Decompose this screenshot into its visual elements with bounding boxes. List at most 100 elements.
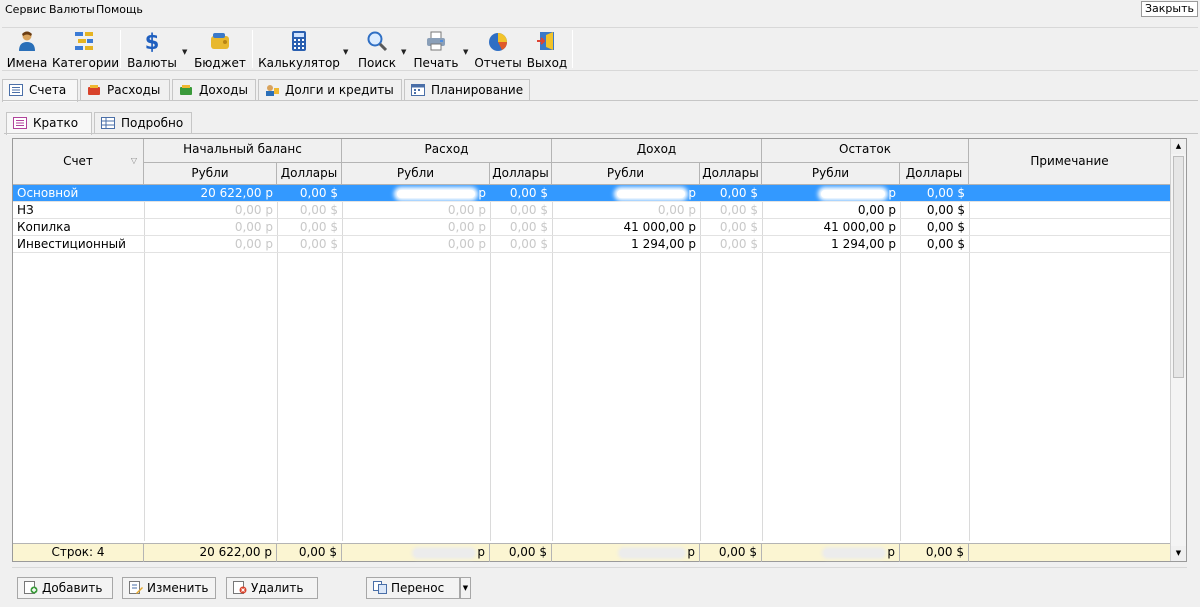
calculator-button[interactable]: Калькулятор (258, 30, 340, 70)
tab-detailed[interactable]: Подробно (94, 112, 192, 134)
scroll-up-icon[interactable]: ▲ (1171, 139, 1186, 154)
budget-label: Бюджет (194, 56, 246, 70)
redacted-value (823, 548, 884, 557)
cell-balance-rub: 41 000,00 р (823, 220, 896, 234)
edit-button[interactable]: Изменить (122, 577, 216, 599)
table-row[interactable]: Инвестиционный 0,00 р 0,00 $ 0,00 р 0,00… (13, 236, 1171, 253)
names-button[interactable]: Имена (6, 30, 48, 70)
tab-expenses[interactable]: Расходы (80, 79, 170, 101)
cell-balance-rub: р (762, 185, 900, 202)
wallet-out-icon (88, 85, 100, 95)
cell-account-name: Основной (17, 186, 79, 200)
search-icon (367, 31, 388, 52)
header-balance: Остаток (762, 139, 969, 163)
currencies-button[interactable]: $ Валюты (126, 30, 178, 70)
print-button[interactable]: Печать (412, 30, 460, 70)
cell-account-name: Копилка (17, 220, 71, 234)
vertical-scrollbar[interactable]: ▲ ▼ (1170, 139, 1186, 561)
action-bar: Добавить Изменить Удалить Перенос ▼ (12, 567, 1187, 604)
wallet-in-icon (180, 85, 192, 95)
header-balance-rub[interactable]: Рубли (762, 163, 900, 185)
scrollbar-thumb[interactable] (1173, 156, 1184, 378)
tab-accounts[interactable]: Счета (2, 79, 78, 102)
search-dropdown-icon[interactable]: ▼ (401, 48, 406, 56)
categories-icon (75, 32, 93, 50)
tab-planning[interactable]: Планирование (404, 79, 530, 101)
cell-opening-usd: 0,00 $ (299, 237, 338, 251)
toolbar-separator (252, 30, 253, 68)
cell-income-rub: 41 000,00 р (623, 220, 696, 234)
reports-label: Отчеты (474, 56, 522, 70)
scroll-down-icon[interactable]: ▼ (1171, 546, 1186, 561)
svg-text:$: $ (145, 30, 160, 52)
tab-brief-label: Кратко (33, 116, 79, 130)
add-button[interactable]: Добавить (17, 577, 113, 599)
budget-button[interactable]: Бюджет (194, 30, 246, 70)
header-opening-usd[interactable]: Доллары (277, 163, 342, 185)
search-button[interactable]: Поиск (354, 30, 400, 70)
debt-icon (266, 85, 279, 96)
cell-income-usd: 0,00 $ (719, 220, 758, 234)
categories-label: Категории (52, 56, 120, 70)
rows-count: Строк: 4 (13, 544, 144, 562)
print-dropdown-icon[interactable]: ▼ (463, 48, 468, 56)
menu-help[interactable]: Помощь (96, 3, 143, 16)
exit-icon (537, 32, 554, 50)
menu-service[interactable]: Сервис (5, 3, 46, 16)
total-note (969, 544, 1171, 562)
header-expense-rub[interactable]: Рубли (342, 163, 490, 185)
cell-balance-usd: 0,00 $ (926, 203, 965, 217)
transfer-label: Перенос (391, 581, 445, 595)
totals-row: Строк: 4 20 622,00 р 0,00 $ р 0,00 $ р 0… (13, 543, 1171, 562)
header-account[interactable]: Счет ▽ (13, 139, 144, 185)
tab-brief[interactable]: Кратко (6, 112, 92, 135)
tab-debts[interactable]: Долги и кредиты (258, 79, 402, 101)
list-icon (13, 117, 27, 129)
transfer-dropdown-icon[interactable]: ▼ (460, 577, 471, 599)
calendar-icon (411, 84, 425, 96)
header-income-usd[interactable]: Доллары (700, 163, 762, 185)
menu-currencies[interactable]: Валюты (49, 3, 95, 16)
header-income-rub[interactable]: Рубли (552, 163, 700, 185)
tab-accounts-label: Счета (29, 83, 67, 97)
reports-button[interactable]: Отчеты (474, 30, 522, 70)
delete-button[interactable]: Удалить (226, 577, 318, 599)
close-button[interactable]: Закрыть (1141, 1, 1198, 17)
header-expense-usd[interactable]: Доллары (490, 163, 552, 185)
categories-button[interactable]: Категории (52, 30, 120, 70)
header-opening-rub[interactable]: Рубли (144, 163, 277, 185)
cell-balance-rub: 1 294,00 р (831, 237, 896, 251)
header-expense: Расход (342, 139, 552, 163)
total-income-usd: 0,00 $ (700, 544, 762, 562)
print-label: Печать (413, 56, 459, 70)
table-row[interactable]: Копилка 0,00 р 0,00 $ 0,00 р 0,00 $ 41 0… (13, 219, 1171, 236)
tab-detailed-label: Подробно (121, 116, 184, 130)
currencies-label: Валюты (127, 56, 177, 70)
exit-label: Выход (526, 56, 568, 70)
toolbar-separator (572, 30, 573, 68)
cell-opening-rub: 0,00 р (234, 203, 273, 217)
search-label: Поиск (357, 56, 396, 70)
header-note[interactable]: Примечание (969, 139, 1171, 185)
tab-income[interactable]: Доходы (172, 79, 256, 101)
add-label: Добавить (42, 581, 103, 595)
tab-income-label: Доходы (199, 83, 248, 97)
dollar-icon: $ (145, 30, 160, 52)
redacted-value (616, 189, 685, 198)
list-icon (9, 84, 23, 96)
cell-balance-rub: 0,00 р (857, 203, 896, 217)
cell-opening-usd: 0,00 $ (299, 186, 338, 200)
cell-expense-usd: 0,00 $ (509, 237, 548, 251)
sort-icon: ▽ (130, 156, 137, 165)
transfer-button[interactable]: Перенос (366, 577, 460, 599)
header-balance-usd[interactable]: Доллары (900, 163, 969, 185)
calculator-dropdown-icon[interactable]: ▼ (343, 48, 348, 56)
exit-button[interactable]: Выход (526, 30, 568, 70)
table-row[interactable]: Основной 20 622,00 р 0,00 $ р 0,00 $ р 0… (13, 185, 1171, 202)
currencies-dropdown-icon[interactable]: ▼ (182, 48, 187, 56)
cell-opening-rub: 20 622,00 р (200, 186, 273, 200)
cell-opening-rub: 0,00 р (234, 220, 273, 234)
cell-expense-rub: 0,00 р (447, 220, 486, 234)
table-row[interactable]: НЗ 0,00 р 0,00 $ 0,00 р 0,00 $ 0,00 р 0,… (13, 202, 1171, 219)
total-expense-usd: 0,00 $ (490, 544, 552, 562)
